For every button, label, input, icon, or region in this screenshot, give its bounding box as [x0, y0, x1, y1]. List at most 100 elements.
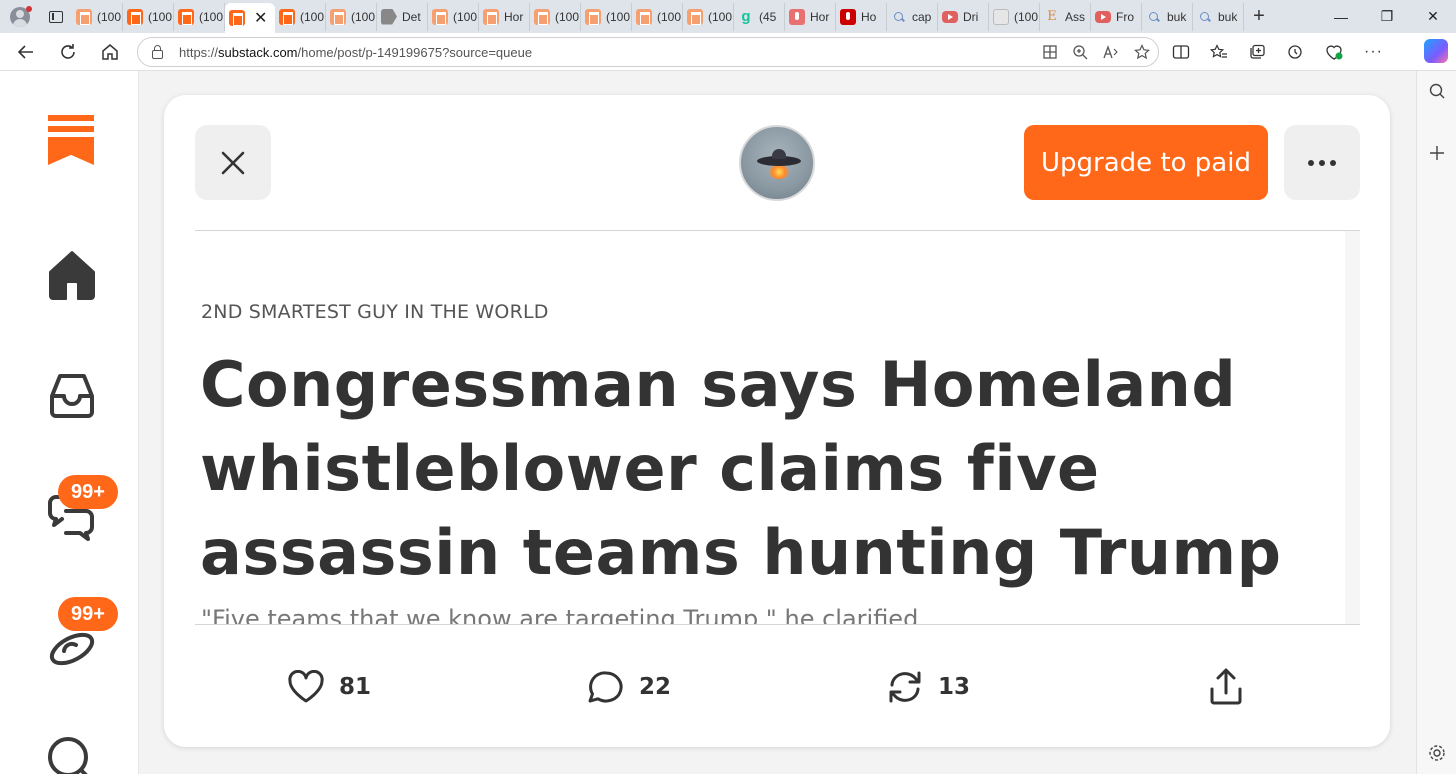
upgrade-to-paid-button[interactable]: Upgrade to paid — [1024, 125, 1268, 200]
back-arrow-icon — [17, 45, 33, 59]
copilot-icon[interactable] — [1424, 39, 1448, 63]
collections-icon[interactable] — [1248, 44, 1266, 60]
history-icon[interactable] — [1286, 44, 1304, 60]
browser-essentials-icon[interactable] — [1324, 43, 1344, 61]
dot-icon — [1330, 159, 1336, 166]
browser-tab[interactable]: (100 — [581, 2, 632, 31]
tab-list: (100 (100 (100 ✕ (100 (100 Det (100 Hor (100 (100 (… — [72, 0, 1244, 33]
publication-avatar[interactable] — [739, 125, 815, 201]
tab-actions-button[interactable] — [40, 0, 72, 33]
refresh-button[interactable] — [54, 39, 82, 65]
favorite-star-icon[interactable] — [1134, 44, 1150, 60]
browser-tab[interactable]: buk — [1193, 2, 1244, 31]
add-icon[interactable] — [1417, 143, 1456, 163]
green-favicon-icon: g — [741, 7, 751, 25]
split-screen-icon[interactable] — [1172, 44, 1190, 60]
yt-favicon-icon — [942, 10, 958, 23]
tab-title: (100 — [1014, 9, 1039, 24]
browser-tab[interactable]: (100 — [428, 2, 479, 31]
back-button[interactable] — [12, 39, 40, 65]
publication-name[interactable]: 2ND SMARTEST GUY IN THE WORLD — [201, 301, 549, 323]
browser-toolbar-icons: ··· — [1172, 39, 1383, 65]
browser-tab[interactable]: E Ass — [1040, 2, 1091, 31]
more-icon[interactable]: ··· — [1364, 43, 1383, 61]
browser-tab[interactable]: (100 — [530, 2, 581, 31]
browser-tab[interactable]: Det — [377, 2, 428, 31]
red-favicon-icon — [840, 8, 856, 25]
tab-title: (100 — [657, 9, 682, 24]
browser-tab[interactable]: Dri — [938, 2, 989, 31]
browser-tab[interactable]: (100 — [275, 2, 326, 31]
zoom-icon[interactable] — [1072, 44, 1088, 60]
address-bar[interactable]: https://substack.com/home/post/p-1491996… — [137, 37, 1159, 67]
favorites-icon[interactable] — [1210, 44, 1228, 60]
browser-tab[interactable]: (100 — [326, 2, 377, 31]
app-available-icon[interactable] — [1042, 44, 1058, 60]
comment-button[interactable]: 22 — [587, 665, 671, 709]
browser-tab[interactable]: ✕ — [225, 3, 275, 33]
chat-badge: 99+ — [58, 475, 118, 509]
search-icon[interactable] — [44, 733, 100, 774]
ufo-beam-image — [769, 165, 789, 179]
inbox-icon[interactable] — [44, 368, 100, 424]
browser-tab[interactable]: Fro — [1091, 2, 1142, 31]
tab-actions-icon — [49, 10, 63, 23]
close-window-button[interactable]: ✕ — [1410, 0, 1456, 33]
browser-tab[interactable]: (100 — [174, 2, 225, 31]
tab-title: (45 — [759, 9, 777, 24]
like-count: 81 — [339, 674, 372, 700]
browser-tab[interactable]: Hor — [479, 2, 530, 31]
new-tab-button[interactable]: + — [1244, 5, 1274, 28]
substack-favicon-icon — [534, 8, 550, 25]
tab-title: (100 — [453, 9, 478, 24]
tab-strip: (100 (100 (100 ✕ (100 (100 Det (100 Hor (100 (100 (… — [0, 0, 1456, 33]
logo-bar-top — [48, 115, 94, 121]
share-icon — [1210, 668, 1242, 705]
browser-tab[interactable]: (100 — [632, 2, 683, 31]
lock-icon[interactable] — [152, 44, 163, 59]
tab-title: Dri — [963, 9, 979, 24]
substack-favicon-icon — [636, 8, 652, 25]
browser-tab[interactable]: (100 — [123, 2, 174, 31]
browser-tab[interactable]: buk — [1142, 2, 1193, 31]
browser-tab[interactable]: Hor — [785, 2, 836, 31]
comment-icon — [588, 671, 623, 703]
logo-flag — [48, 137, 94, 165]
footer-divider — [195, 624, 1360, 625]
restore-button[interactable]: ❐ — [1364, 0, 1410, 33]
substack-favicon-icon — [432, 8, 448, 25]
browser-tab[interactable]: g (45 — [734, 2, 785, 31]
content-scroll-track[interactable] — [1345, 231, 1360, 624]
url-scheme: https:// — [179, 44, 219, 60]
substack-favicon-icon — [76, 8, 92, 25]
browser-tab[interactable]: Ho — [836, 2, 887, 31]
browser-tab[interactable]: cap — [887, 2, 938, 31]
browser-tab[interactable]: (100 — [683, 2, 734, 31]
notification-dot — [26, 6, 32, 12]
search-icon[interactable] — [1417, 81, 1456, 101]
restack-button[interactable]: 13 — [886, 665, 970, 709]
restack-count: 13 — [938, 674, 971, 700]
substack-favicon-icon — [687, 8, 703, 25]
more-options-button[interactable] — [1284, 125, 1360, 200]
like-button[interactable]: 81 — [287, 665, 371, 709]
close-button[interactable] — [195, 125, 271, 200]
substack-favicon-icon — [585, 8, 601, 25]
home-icon[interactable] — [44, 246, 100, 302]
post-title[interactable]: Congressman says Homeland whistleblower … — [200, 343, 1330, 595]
browser-tab[interactable]: (100 — [989, 2, 1040, 31]
tab-title: (100 — [97, 9, 122, 24]
url-text[interactable]: https://substack.com/home/post/p-1491996… — [179, 45, 532, 60]
minimize-button[interactable]: — — [1318, 0, 1364, 33]
tab-title: Fro — [1116, 9, 1134, 24]
post-preview[interactable]: 2ND SMARTEST GUY IN THE WORLD Congressma… — [195, 231, 1345, 624]
browser-tab[interactable]: (100 — [72, 2, 123, 31]
substack-logo[interactable] — [48, 115, 94, 167]
profile-button[interactable] — [0, 0, 40, 33]
tab-title: Ass — [1065, 9, 1086, 24]
share-button[interactable] — [1208, 665, 1244, 709]
close-tab-icon[interactable]: ✕ — [254, 8, 267, 28]
home-button[interactable] — [96, 39, 124, 65]
settings-icon[interactable] — [1417, 743, 1456, 763]
read-aloud-icon[interactable] — [1102, 44, 1120, 60]
